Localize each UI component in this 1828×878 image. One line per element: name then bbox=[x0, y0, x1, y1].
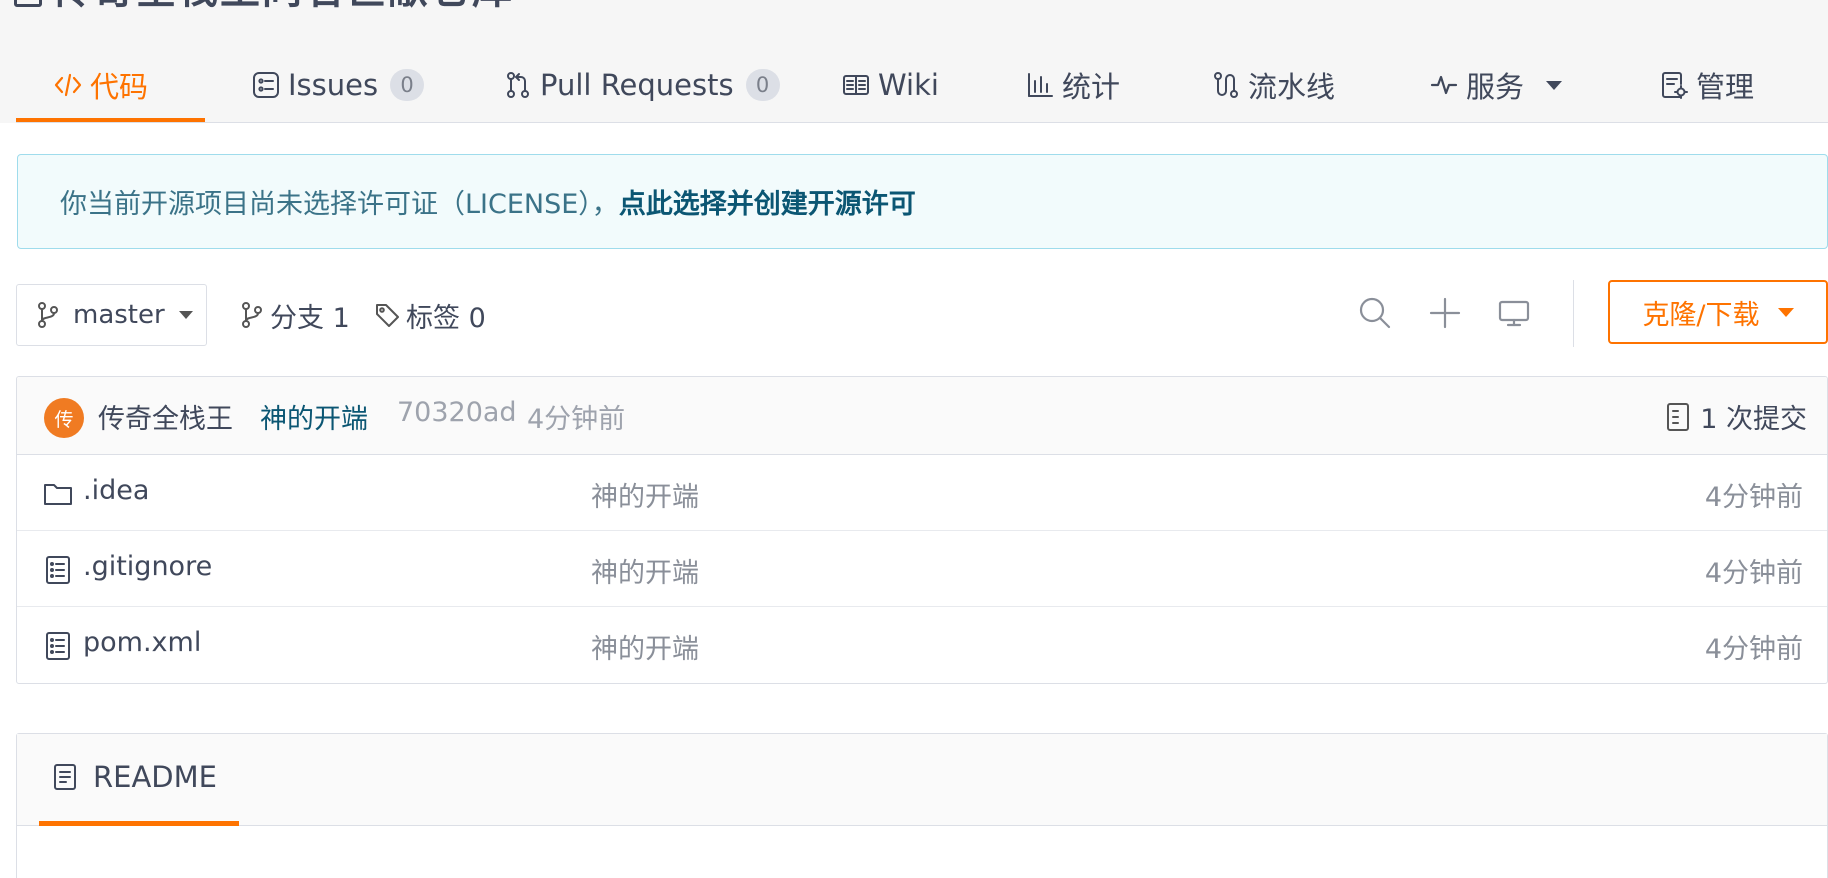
commit-author[interactable]: 传奇全栈王 bbox=[98, 397, 233, 436]
tab-label: 统计 bbox=[1062, 70, 1121, 104]
tab-service[interactable]: 服务 bbox=[1430, 48, 1563, 122]
chevron-down-icon bbox=[1546, 80, 1563, 90]
branches-count: 分支 1 bbox=[270, 302, 350, 334]
file-commit-time: 4分钟前 bbox=[1704, 634, 1803, 665]
repo-icon bbox=[14, 0, 42, 7]
repo-title-area: 传奇全栈王同名巨献仓库 bbox=[14, 0, 514, 10]
tab-pull-requests[interactable]: Pull Requests 0 bbox=[504, 48, 780, 122]
tags-link[interactable]: 标签 0 bbox=[374, 290, 486, 340]
branch-name: master bbox=[73, 300, 165, 330]
last-commit-row: 传 传奇全栈王 神的开端 70320ad 4分钟前 1 次提交 bbox=[17, 377, 1827, 455]
repo-title[interactable]: 传奇全栈王同名巨献仓库 bbox=[52, 0, 514, 10]
repo-tabs: 代码 Issues 0 Pull Requests 0 Wiki 统计 流水线 bbox=[16, 48, 1828, 122]
tab-wiki[interactable]: Wiki bbox=[842, 48, 939, 122]
tab-label: 管理 bbox=[1696, 70, 1755, 104]
license-notice: 你当前开源项目尚未选择许可证（LICENSE）， 点此选择并创建开源许可 bbox=[17, 154, 1828, 249]
issues-count-badge: 0 bbox=[390, 69, 425, 101]
tags-count: 标签 0 bbox=[406, 302, 486, 334]
branch-icon bbox=[242, 302, 262, 328]
tab-label: 服务 bbox=[1466, 70, 1525, 104]
plus-icon[interactable] bbox=[1428, 296, 1462, 330]
branches-link[interactable]: 分支 1 bbox=[240, 290, 350, 340]
file-row[interactable]: .idea 神的开端 4分钟前 bbox=[17, 455, 1827, 531]
readme-header: README bbox=[17, 734, 1827, 826]
create-license-link[interactable]: 点此选择并创建开源许可 bbox=[619, 182, 916, 221]
readme-icon bbox=[54, 764, 76, 790]
commit-message[interactable]: 神的开端 bbox=[260, 397, 368, 436]
clone-download-button[interactable]: 克隆/下载 bbox=[1608, 280, 1828, 344]
readme-title: README bbox=[93, 760, 217, 794]
issues-icon bbox=[253, 72, 279, 98]
file-name[interactable]: .gitignore bbox=[83, 551, 212, 582]
file-icon bbox=[46, 632, 70, 660]
clone-button-label: 克隆/下载 bbox=[1642, 299, 1760, 331]
file-row[interactable]: .gitignore 神的开端 4分钟前 bbox=[17, 531, 1827, 607]
chevron-down-icon bbox=[1777, 307, 1794, 317]
file-commit-time: 4分钟前 bbox=[1704, 558, 1803, 589]
file-row[interactable]: pom.xml 神的开端 4分钟前 bbox=[17, 607, 1827, 683]
pr-count-badge: 0 bbox=[745, 69, 780, 101]
readme-tab-indicator bbox=[39, 821, 239, 826]
tab-label: Issues bbox=[288, 68, 379, 102]
readme-panel: README bbox=[16, 733, 1828, 878]
file-commit-time: 4分钟前 bbox=[1704, 482, 1803, 513]
file-list: 传 传奇全栈王 神的开端 70320ad 4分钟前 1 次提交 .idea 神的… bbox=[16, 376, 1828, 684]
tab-label: 代码 bbox=[90, 70, 149, 104]
search-icon[interactable] bbox=[1358, 296, 1392, 330]
tabs-divider bbox=[16, 122, 1828, 123]
tag-icon bbox=[376, 304, 399, 327]
service-icon bbox=[1430, 75, 1458, 95]
file-name[interactable]: pom.xml bbox=[83, 627, 201, 658]
commit-hash[interactable]: 70320ad bbox=[397, 397, 517, 428]
branch-selector[interactable]: master bbox=[16, 284, 207, 346]
folder-icon bbox=[44, 484, 72, 505]
tab-pipeline[interactable]: 流水线 bbox=[1212, 48, 1335, 122]
manage-icon bbox=[1662, 72, 1688, 99]
pull-request-icon bbox=[507, 72, 529, 98]
tab-code[interactable]: 代码 bbox=[54, 48, 148, 122]
file-name[interactable]: .idea bbox=[83, 475, 149, 506]
file-commit-message[interactable]: 神的开端 bbox=[591, 475, 699, 514]
stats-icon bbox=[1028, 73, 1053, 97]
file-commit-message[interactable]: 神的开端 bbox=[591, 627, 699, 666]
license-notice-text: 你当前开源项目尚未选择许可证（LICENSE）， bbox=[60, 189, 619, 220]
commits-count-link[interactable]: 1 次提交 bbox=[1666, 397, 1807, 436]
commit-time: 4分钟前 bbox=[527, 404, 626, 435]
monitor-icon[interactable] bbox=[1497, 296, 1531, 330]
tab-issues[interactable]: Issues 0 bbox=[252, 48, 425, 122]
commits-icon bbox=[1667, 402, 1690, 431]
tab-label: Pull Requests bbox=[540, 68, 734, 102]
chevron-down-icon bbox=[178, 311, 193, 319]
file-icon bbox=[46, 556, 70, 584]
tab-label: Wiki bbox=[878, 68, 939, 102]
tab-manage[interactable]: 管理 bbox=[1660, 48, 1754, 122]
pipeline-icon bbox=[1214, 72, 1238, 98]
branch-icon bbox=[38, 302, 58, 328]
avatar[interactable]: 传 bbox=[44, 398, 84, 438]
tab-stats[interactable]: 统计 bbox=[1026, 48, 1120, 122]
readme-tab[interactable]: README bbox=[53, 760, 217, 794]
toolbar-divider bbox=[1573, 280, 1574, 347]
commits-count: 1 次提交 bbox=[1700, 404, 1807, 435]
tab-label: 流水线 bbox=[1248, 70, 1336, 104]
code-icon bbox=[54, 73, 82, 97]
file-commit-message[interactable]: 神的开端 bbox=[591, 551, 699, 590]
wiki-icon bbox=[843, 75, 869, 95]
